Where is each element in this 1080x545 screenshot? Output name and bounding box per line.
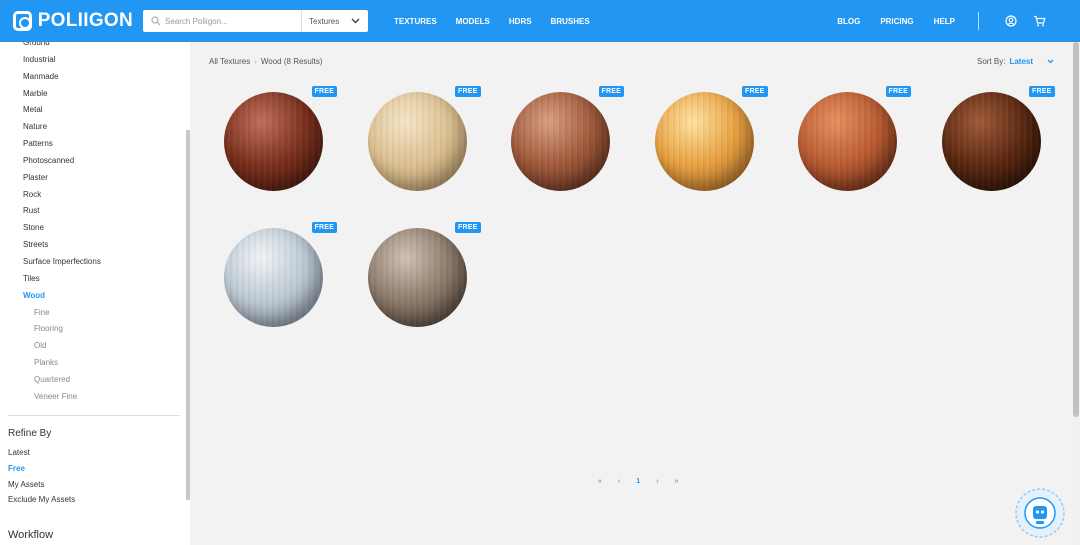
poliigon-logo[interactable]: POLIIGON: [13, 10, 133, 32]
free-badge: FREE: [311, 222, 337, 233]
sidebar-item-manmade[interactable]: Manmade: [0, 69, 185, 86]
breadcrumb-current: Wood (8 Results): [260, 57, 323, 66]
nav-brushes[interactable]: BRUSHES: [551, 17, 590, 26]
sort-by[interactable]: Sort By: Latest: [977, 57, 1054, 66]
refine-latest[interactable]: Latest: [8, 445, 75, 461]
sidebar-item-rock[interactable]: Rock: [0, 187, 185, 204]
page-scrollbar-thumb[interactable]: [1073, 42, 1079, 417]
sidebar-item-surface-imperfections[interactable]: Surface Imperfections: [0, 254, 185, 271]
sidebar-item-photoscanned[interactable]: Photoscanned: [0, 153, 185, 170]
texture-preview-wood-planks-painted-white[interactable]: [224, 228, 323, 327]
sort-label: Sort By:: [976, 57, 1006, 66]
right-nav: BLOG PRICING HELP: [817, 12, 1046, 30]
sidebar-item-ground[interactable]: Ground: [0, 42, 185, 52]
texture-card[interactable]: FREE: [497, 84, 625, 202]
nav-textures[interactable]: TEXTURES: [394, 17, 437, 26]
sidebar-item-plaster[interactable]: Plaster: [0, 170, 185, 187]
search-category-select[interactable]: Textures: [301, 10, 368, 32]
texture-card[interactable]: FREE: [210, 84, 338, 202]
sidebar-item-veneer-fine[interactable]: Veneer Fine: [0, 389, 185, 406]
search-icon: [147, 16, 165, 26]
nav-pricing[interactable]: PRICING: [880, 17, 913, 26]
first-page-button[interactable]: «: [598, 478, 602, 485]
nav-help[interactable]: HELP: [934, 17, 955, 26]
sidebar: Ground Industrial Manmade Marble Metal Nature…: [0, 42, 190, 545]
sort-value[interactable]: Latest: [1009, 57, 1033, 66]
breadcrumb: All Textures › Wood (8 Results): [209, 57, 323, 66]
nav-divider: [978, 12, 979, 30]
texture-card[interactable]: FREE: [641, 84, 769, 202]
texture-preview-wood-flooring-red[interactable]: [798, 92, 897, 191]
texture-preview-wood-old-weathered[interactable]: [367, 228, 467, 327]
free-badge: FREE: [455, 222, 481, 233]
sidebar-item-old[interactable]: Old: [0, 338, 185, 355]
sidebar-item-industrial[interactable]: Industrial: [0, 52, 185, 69]
help-widget-icon[interactable]: [1012, 485, 1068, 541]
free-badge: FREE: [1029, 86, 1055, 97]
sidebar-item-metal[interactable]: Metal: [0, 102, 185, 119]
top-navbar: POLIIGON Textures TEXTURES MODELS HDRS B…: [0, 0, 1080, 42]
sidebar-item-wood[interactable]: Wood: [0, 288, 185, 305]
search-input[interactable]: [165, 16, 301, 26]
next-page-button[interactable]: ›: [656, 478, 658, 485]
search-bar: Textures: [143, 10, 368, 32]
sidebar-item-quartered[interactable]: Quartered: [0, 372, 185, 389]
user-icon[interactable]: [1005, 15, 1017, 27]
texture-preview-wood-fine-light[interactable]: [367, 92, 467, 191]
workflow-title: Workflow: [8, 529, 54, 541]
refine-my-assets[interactable]: My Assets: [8, 477, 75, 493]
sidebar-item-rust[interactable]: Rust: [0, 203, 185, 220]
texture-card[interactable]: FREE: [354, 220, 482, 338]
texture-card[interactable]: FREE: [354, 84, 482, 202]
sidebar-divider: [8, 415, 180, 416]
sidebar-item-streets[interactable]: Streets: [0, 237, 185, 254]
texture-card[interactable]: FREE: [784, 84, 912, 202]
free-badge: FREE: [455, 86, 481, 97]
refine-free[interactable]: Free: [8, 461, 75, 477]
sidebar-item-nature[interactable]: Nature: [0, 119, 185, 136]
texture-preview-wood-fine-golden[interactable]: [654, 92, 754, 191]
logo-mark-icon: [13, 11, 32, 31]
free-badge: FREE: [311, 86, 337, 97]
sidebar-item-planks[interactable]: Planks: [0, 355, 185, 372]
sidebar-item-flooring[interactable]: Flooring: [0, 321, 185, 338]
texture-preview-wood-glossy-dark[interactable]: [941, 92, 1041, 191]
nav-hdrs[interactable]: HDRS: [509, 17, 532, 26]
page-scrollbar[interactable]: [1072, 42, 1080, 545]
texture-preview-wood-flooring-medium[interactable]: [511, 92, 610, 191]
sidebar-item-stone[interactable]: Stone: [0, 220, 185, 237]
nav-blog[interactable]: BLOG: [837, 17, 860, 26]
sidebar-item-tiles[interactable]: Tiles: [0, 271, 185, 288]
free-badge: FREE: [885, 86, 911, 97]
pagination: « ‹ 1 › »: [590, 478, 686, 485]
refine-exclude-my-assets[interactable]: Exclude My Assets: [8, 492, 75, 508]
texture-card[interactable]: FREE: [210, 220, 338, 338]
refine-title: Refine By: [8, 428, 52, 439]
search-category-label: Textures: [309, 16, 340, 26]
sidebar-item-patterns[interactable]: Patterns: [0, 136, 185, 153]
last-page-button[interactable]: »: [675, 478, 679, 485]
nav-models[interactable]: MODELS: [456, 17, 490, 26]
cart-icon[interactable]: [1033, 15, 1046, 27]
page-number[interactable]: 1: [636, 478, 640, 485]
sidebar-item-marble[interactable]: Marble: [0, 86, 185, 103]
sidebar-item-fine[interactable]: Fine: [0, 305, 185, 322]
logo-text: POLIIGON: [37, 10, 133, 31]
free-badge: FREE: [742, 86, 768, 97]
refine-list: Latest Free My Assets Exclude My Assets: [8, 445, 75, 508]
category-list: Ground Industrial Manmade Marble Metal Nature…: [0, 42, 185, 406]
chevron-down-icon: [351, 17, 360, 26]
breadcrumb-separator: ›: [254, 57, 257, 66]
chevron-down-icon[interactable]: [1047, 59, 1054, 64]
free-badge: FREE: [598, 86, 624, 97]
texture-preview-wood-flooring-dark-red[interactable]: [224, 92, 323, 191]
texture-card[interactable]: FREE: [928, 84, 1056, 202]
main-content: All Textures › Wood (8 Results) Sort By:…: [190, 42, 1070, 545]
main-nav: TEXTURES MODELS HDRS BRUSHES: [394, 17, 609, 26]
breadcrumb-all-textures[interactable]: All Textures: [209, 57, 250, 66]
prev-page-button[interactable]: ‹: [618, 478, 620, 485]
